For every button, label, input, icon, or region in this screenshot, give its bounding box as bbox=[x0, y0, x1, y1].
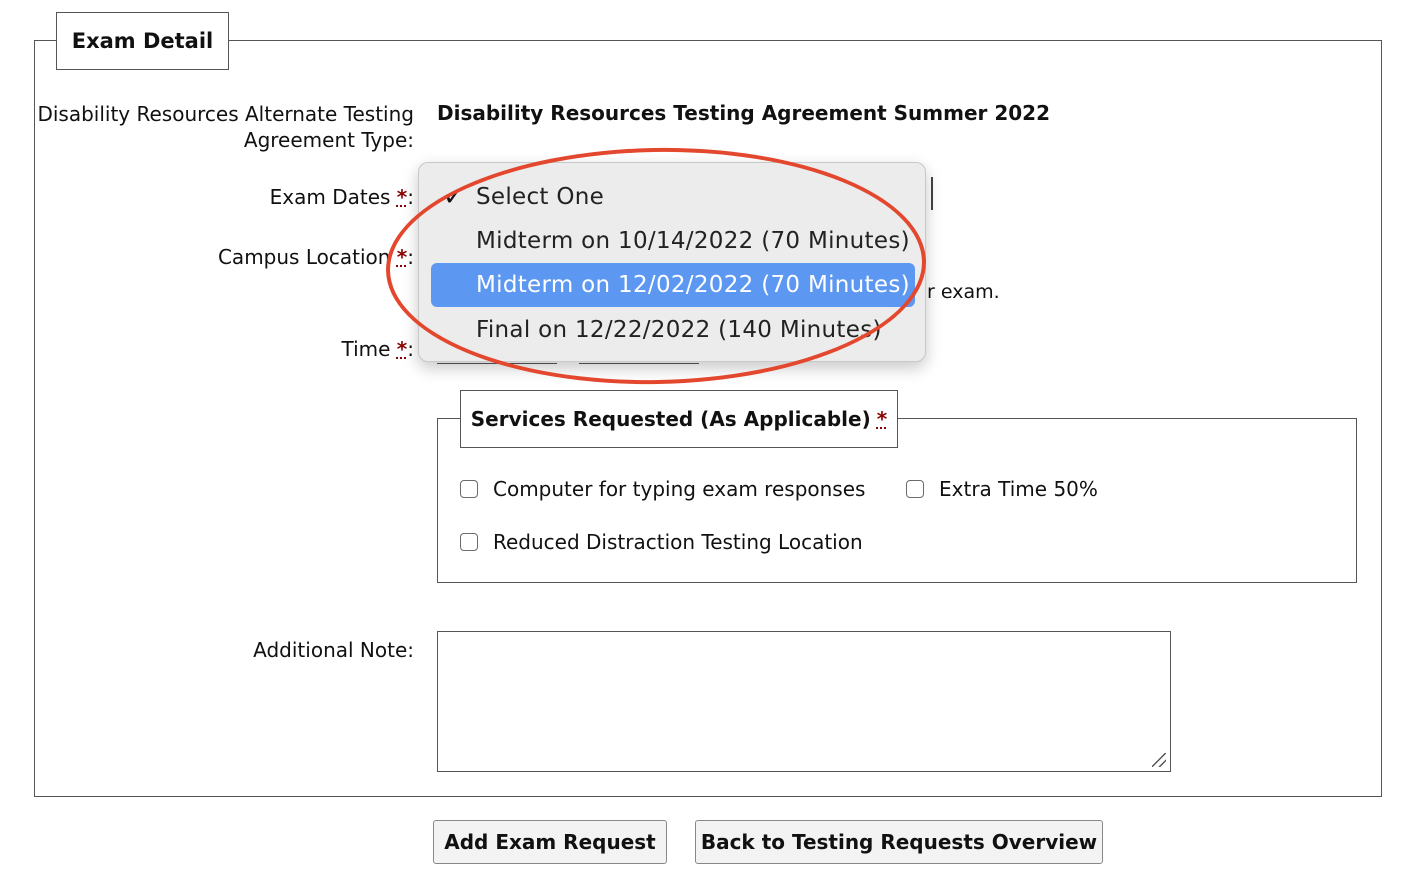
required-marker: * bbox=[396, 337, 408, 361]
exam-dates-select[interactable] bbox=[927, 177, 933, 210]
checkbox-label: Reduced Distraction Testing Location bbox=[493, 530, 863, 554]
dropdown-option-select-one[interactable]: ✓ Select One bbox=[431, 175, 915, 219]
dropdown-option-label: Midterm on 10/14/2022 (70 Minutes) bbox=[476, 228, 910, 254]
checkbox-label: Computer for typing exam responses bbox=[493, 477, 866, 501]
exam-dates-label-text: Exam Dates bbox=[269, 185, 397, 209]
agreement-type-label: Disability Resources Alternate Testing A… bbox=[37, 101, 414, 153]
computer-checkbox[interactable] bbox=[460, 480, 478, 498]
campus-location-label: Campus Location *: bbox=[217, 245, 414, 269]
dropdown-option-label: Final on 12/22/2022 (140 Minutes) bbox=[476, 317, 882, 343]
dropdown-option-final-1222[interactable]: Final on 12/22/2022 (140 Minutes) bbox=[431, 308, 915, 352]
agreement-type-label-line1: Disability Resources Alternate Testing bbox=[37, 102, 414, 126]
dropdown-option-label: Select One bbox=[476, 184, 605, 210]
exam-detail-legend: Exam Detail bbox=[56, 12, 229, 70]
exam-dates-dropdown-menu: ✓ Select One Midterm on 10/14/2022 (70 M… bbox=[418, 162, 926, 362]
checkbox-label: Extra Time 50% bbox=[939, 477, 1098, 501]
required-marker: * bbox=[396, 245, 408, 269]
agreement-type-label-line2: Agreement Type: bbox=[243, 128, 414, 152]
service-option-extra-time[interactable]: Extra Time 50% bbox=[906, 477, 1098, 501]
dropdown-option-midterm-1202[interactable]: Midterm on 12/02/2022 (70 Minutes) bbox=[431, 263, 915, 307]
extra-time-checkbox[interactable] bbox=[906, 480, 924, 498]
services-legend: Services Requested (As Applicable) * bbox=[460, 390, 898, 448]
checkmark-icon: ✓ bbox=[443, 182, 466, 212]
additional-note-label: Additional Note: bbox=[253, 638, 414, 662]
dropdown-option-label: Midterm on 12/02/2022 (70 Minutes) bbox=[476, 272, 910, 298]
services-legend-text: Services Requested (As Applicable) bbox=[470, 407, 871, 431]
service-option-reduced-distraction[interactable]: Reduced Distraction Testing Location bbox=[460, 530, 863, 554]
time-label-text: Time bbox=[341, 337, 397, 361]
time-label: Time *: bbox=[341, 337, 414, 361]
add-exam-request-button[interactable]: Add Exam Request bbox=[433, 820, 667, 864]
service-option-computer[interactable]: Computer for typing exam responses bbox=[460, 477, 865, 501]
agreement-type-value: Disability Resources Testing Agreement S… bbox=[437, 101, 1051, 125]
resize-grip-icon[interactable] bbox=[1152, 753, 1166, 767]
campus-location-label-text: Campus Location bbox=[217, 245, 397, 269]
back-to-overview-button[interactable]: Back to Testing Requests Overview bbox=[695, 820, 1103, 864]
required-marker: * bbox=[876, 407, 888, 431]
exam-dates-label: Exam Dates *: bbox=[269, 185, 414, 209]
dropdown-option-midterm-1014[interactable]: Midterm on 10/14/2022 (70 Minutes) bbox=[431, 219, 915, 263]
reduced-distraction-checkbox[interactable] bbox=[460, 533, 478, 551]
required-marker: * bbox=[396, 185, 408, 209]
additional-note-textarea[interactable] bbox=[437, 631, 1171, 772]
campus-location-hint: ur exam. bbox=[915, 281, 1000, 303]
